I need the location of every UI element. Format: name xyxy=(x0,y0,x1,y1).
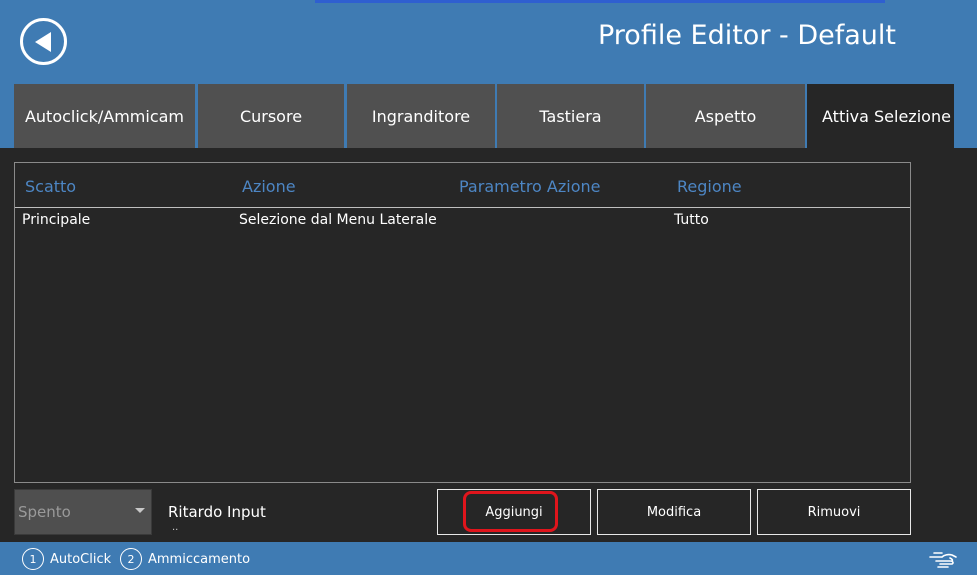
input-delay-label: Ritardo Input xyxy=(168,503,266,521)
tab-autoclick[interactable]: Autoclick/Ammicam xyxy=(14,84,195,148)
column-header-scatto[interactable]: Scatto xyxy=(25,177,76,196)
table-row[interactable]: Principale Selezione dal Menu Laterale T… xyxy=(15,211,910,233)
add-button[interactable]: Aggiungi xyxy=(437,489,591,535)
status-item-autoclick[interactable]: 1 AutoClick xyxy=(22,547,111,571)
back-arrow-icon xyxy=(34,31,51,52)
status-label-autoclick: AutoClick xyxy=(50,551,112,567)
status-label-ammiccamento: Ammiccamento xyxy=(148,551,251,567)
column-header-regione[interactable]: Regione xyxy=(677,177,742,196)
cell-regione: Tutto xyxy=(674,212,709,228)
edit-button[interactable]: Modifica xyxy=(597,489,751,535)
header-divider xyxy=(15,207,910,208)
column-header-azione[interactable]: Azione xyxy=(242,177,296,196)
right-panel xyxy=(914,148,977,542)
cell-azione: Selezione dal Menu Laterale xyxy=(239,212,437,228)
remove-button[interactable]: Rimuovi xyxy=(757,489,911,535)
chevron-down-icon xyxy=(135,508,145,513)
number-two-icon: 2 xyxy=(120,548,142,570)
page-title: Profile Editor - Default xyxy=(597,20,896,51)
mode-select-value: Spento xyxy=(18,503,71,521)
input-delay-dots: .. xyxy=(172,522,179,533)
trigger-table: Scatto Azione Parametro Azione Regione P… xyxy=(14,162,911,483)
top-strip xyxy=(315,0,885,3)
status-item-ammiccamento[interactable]: 2 Ammiccamento xyxy=(120,547,250,571)
tab-tastiera[interactable]: Tastiera xyxy=(497,84,644,148)
tab-ingranditore[interactable]: Ingranditore xyxy=(347,84,495,148)
cell-scatto: Principale xyxy=(22,212,91,228)
status-bar: 1 AutoClick 2 Ammiccamento xyxy=(0,542,977,575)
tab-attiva-selezione[interactable]: Attiva Selezione xyxy=(807,84,954,148)
mode-select[interactable]: Spento xyxy=(14,489,152,535)
tab-cursore[interactable]: Cursore xyxy=(198,84,344,148)
tab-aspetto[interactable]: Aspetto xyxy=(646,84,805,148)
column-header-parametro-azione[interactable]: Parametro Azione xyxy=(459,177,600,196)
back-button[interactable] xyxy=(20,18,67,65)
number-one-icon: 1 xyxy=(22,548,44,570)
pointing-hand-icon[interactable] xyxy=(928,547,958,569)
